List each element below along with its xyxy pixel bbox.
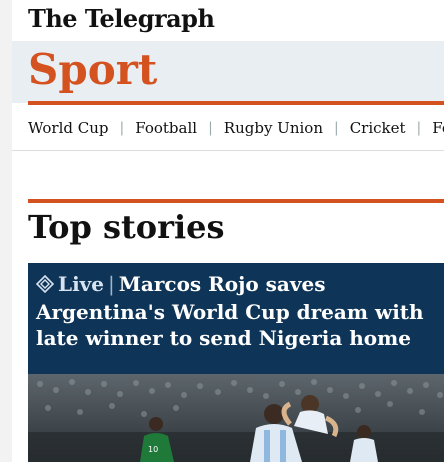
nav-item-football[interactable]: Football bbox=[135, 119, 197, 137]
section-divider bbox=[28, 101, 444, 105]
lead-story-headline-block[interactable]: Live | Marcos Rojo saves Argentina's World… bbox=[35, 271, 440, 351]
headline-separator: | bbox=[108, 272, 115, 296]
nav-separator: | bbox=[333, 120, 339, 136]
nav-separator: | bbox=[208, 120, 213, 136]
nav-divider bbox=[12, 150, 444, 151]
svg-text:10: 10 bbox=[148, 445, 158, 454]
sport-nav: World Cup | Football | Rugby Union | Cri… bbox=[28, 116, 444, 140]
live-badge: Live bbox=[35, 272, 105, 299]
nav-separator: | bbox=[416, 120, 422, 136]
section-title[interactable]: Sport bbox=[28, 46, 157, 94]
nav-item-rugby-union[interactable]: Rugby Union bbox=[224, 119, 323, 137]
nav-item-cricket[interactable]: Cricket bbox=[350, 119, 406, 137]
lead-story-card[interactable]: Live | Marcos Rojo saves Argentina's World… bbox=[28, 263, 444, 462]
nav-separator: | bbox=[119, 120, 125, 136]
nav-item-form[interactable]: Form bbox=[432, 119, 444, 137]
telegraph-logo[interactable]: The Telegraph bbox=[28, 4, 215, 33]
live-diamond-icon bbox=[35, 273, 55, 299]
lead-story-photo[interactable]: 10 bbox=[28, 374, 444, 462]
page: The Telegraph Sport World Cup | Football… bbox=[12, 0, 444, 462]
top-stories-heading: Top stories bbox=[28, 208, 225, 246]
live-label: Live bbox=[58, 272, 105, 296]
top-stories-divider bbox=[28, 199, 444, 203]
nav-item-world-cup[interactable]: World Cup bbox=[28, 119, 109, 137]
